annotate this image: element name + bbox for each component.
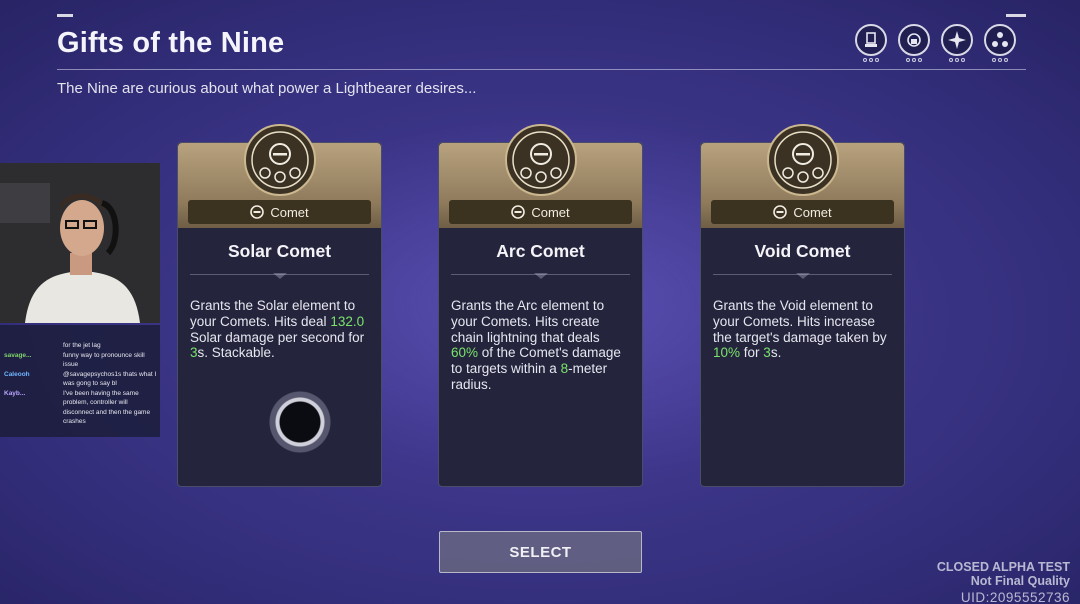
- description-text: Solar damage per second for: [190, 329, 365, 345]
- description-text: for: [740, 345, 764, 361]
- card-type-label: Comet: [531, 204, 570, 220]
- title-divider: [57, 69, 1026, 70]
- chat-username: [4, 341, 60, 351]
- watermark-line1: CLOSED ALPHA TEST: [936, 560, 1070, 574]
- gift-card[interactable]: Comet Solar Comet Grants the Solar element…: [177, 124, 382, 487]
- card-divider: [190, 274, 369, 275]
- chat-message: Kayb... I've been having the same problem…: [4, 389, 157, 427]
- compass-star-icon: [941, 24, 973, 56]
- card-divider: [451, 274, 630, 275]
- card-title: Arc Comet: [496, 241, 585, 261]
- watermark-line2: Not Final Quality: [970, 574, 1070, 588]
- highlighted-value: 8: [560, 361, 569, 377]
- chat-username: savage...: [4, 351, 32, 359]
- highlighted-value: 132.0: [330, 313, 365, 329]
- card-header: Comet: [178, 124, 381, 228]
- card-type-tag: Comet: [449, 200, 632, 224]
- status-icons: [855, 24, 1016, 64]
- build-watermark: CLOSED ALPHA TEST Not Final Quality UID:…: [937, 560, 1070, 604]
- chat-username: Kayb...: [4, 389, 26, 397]
- chat-text: for the jet lag: [63, 342, 101, 349]
- card-type-label: Comet: [270, 204, 309, 220]
- page-subtitle: The Nine are curious about what power a …: [57, 80, 477, 97]
- comet-icon: [250, 205, 265, 219]
- card-header: Comet: [701, 124, 904, 228]
- comet-emblem-icon: [504, 123, 578, 197]
- card-title: Void Comet: [754, 241, 851, 261]
- comet-emblem-icon: [243, 123, 317, 197]
- card-header: Comet: [439, 124, 642, 228]
- comet-icon: [511, 205, 526, 219]
- comet-emblem-icon: [766, 123, 840, 197]
- description-text: s. Stackable.: [197, 345, 275, 361]
- page-title: Gifts of the Nine: [57, 27, 285, 59]
- card-type-label: Comet: [793, 204, 832, 220]
- chat-username: Caleooh: [4, 370, 30, 378]
- streamer-figure: [0, 163, 160, 323]
- card-type-tag: Comet: [188, 200, 371, 224]
- status-slot[interactable]: [941, 24, 973, 64]
- cursor-ring-icon: [269, 391, 331, 453]
- card-description: Grants the Arc element to your Comets. H…: [439, 298, 642, 393]
- description-text: s.: [770, 345, 782, 361]
- top-left-marker: [57, 14, 73, 17]
- chat-text: funny way to pronounce skill issue: [63, 351, 145, 369]
- status-slot[interactable]: [898, 24, 930, 64]
- card-slot-icon: [855, 24, 887, 56]
- highlighted-value: 3: [190, 345, 198, 361]
- status-slot[interactable]: [984, 24, 1016, 64]
- triad-orb-icon: [984, 24, 1016, 56]
- chat-message: Caleooh @savagepsychos1s thats what I was…: [4, 370, 157, 389]
- highlighted-value: 3: [763, 345, 771, 361]
- streamer-webcam: [0, 163, 160, 323]
- highlighted-value: 60%: [451, 345, 479, 361]
- stream-chat: for the jet lag savage... funny way to pro…: [0, 325, 160, 437]
- select-button[interactable]: SELECT: [439, 531, 642, 573]
- chat-message: savage... funny way to pronounce skill is…: [4, 351, 157, 370]
- lock-ring-icon: [898, 24, 930, 56]
- description-text: Grants the Arc element to your Comets. H…: [451, 298, 605, 345]
- card-title: Solar Comet: [227, 241, 332, 261]
- status-slot[interactable]: [855, 24, 887, 64]
- card-description: Grants the Void element to your Comets. …: [701, 298, 904, 361]
- comet-icon: [773, 205, 788, 219]
- card-type-tag: Comet: [711, 200, 894, 224]
- card-description: Grants the Solar element to your Comets.…: [178, 298, 381, 361]
- card-divider: [713, 274, 892, 275]
- chat-text: I've been having the same problem, contr…: [63, 389, 151, 426]
- chat-message: for the jet lag: [4, 341, 157, 351]
- top-right-marker: [1006, 14, 1026, 17]
- gift-card[interactable]: Comet Arc Comet Grants the Arc element to …: [438, 124, 643, 487]
- description-text: Grants the Void element to your Comets. …: [713, 298, 887, 345]
- watermark-uid: UID:2095552736: [960, 590, 1070, 604]
- chat-text: @savagepsychos1s thats what I was gong t…: [63, 370, 157, 388]
- gift-card[interactable]: Comet Void Comet Grants the Void element t…: [700, 124, 905, 487]
- highlighted-value: 10%: [713, 345, 741, 361]
